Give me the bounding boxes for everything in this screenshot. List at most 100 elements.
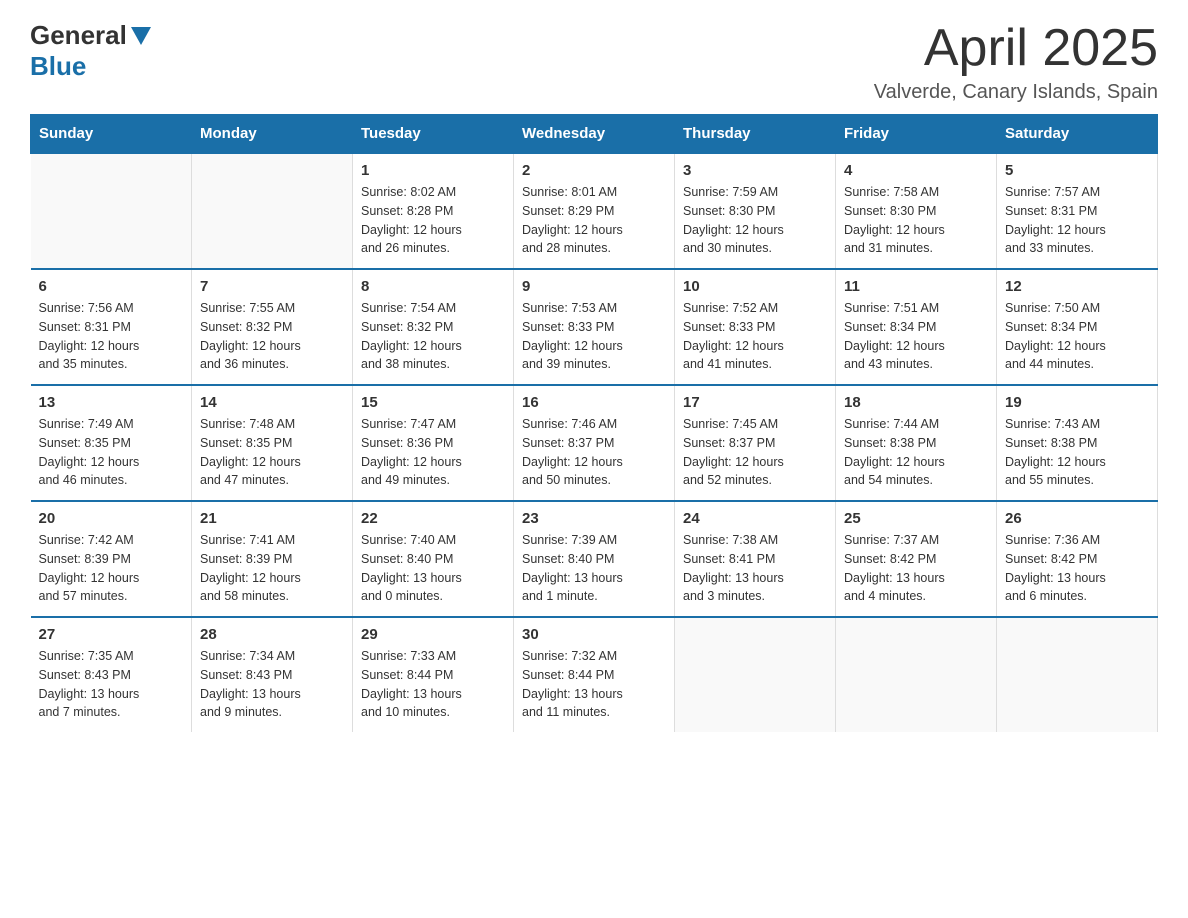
day-number: 1: [361, 162, 505, 179]
day-info: Sunrise: 7:44 AMSunset: 8:38 PMDaylight:…: [844, 415, 988, 490]
day-info: Sunrise: 7:35 AMSunset: 8:43 PMDaylight:…: [39, 647, 184, 722]
calendar-cell: 11 Sunrise: 7:51 AMSunset: 8:34 PMDayligh…: [836, 269, 997, 385]
day-number: 15: [361, 394, 505, 411]
calendar-cell: 4 Sunrise: 7:58 AMSunset: 8:30 PMDaylight…: [836, 153, 997, 269]
day-number: 2: [522, 162, 666, 179]
day-info: Sunrise: 7:59 AMSunset: 8:30 PMDaylight:…: [683, 183, 827, 258]
day-number: 4: [844, 162, 988, 179]
weekday-header-saturday: Saturday: [997, 115, 1158, 154]
page-header: General Blue April 2025 Valverde, Canary…: [30, 20, 1158, 104]
day-number: 13: [39, 394, 184, 411]
day-number: 8: [361, 278, 505, 295]
day-number: 7: [200, 278, 344, 295]
weekday-header-tuesday: Tuesday: [353, 115, 514, 154]
logo-blue-text: Blue: [30, 51, 86, 82]
day-info: Sunrise: 7:42 AMSunset: 8:39 PMDaylight:…: [39, 531, 184, 606]
calendar-cell: 19 Sunrise: 7:43 AMSunset: 8:38 PMDayligh…: [997, 385, 1158, 501]
day-info: Sunrise: 7:48 AMSunset: 8:35 PMDaylight:…: [200, 415, 344, 490]
day-info: Sunrise: 7:39 AMSunset: 8:40 PMDaylight:…: [522, 531, 666, 606]
calendar-cell: 3 Sunrise: 7:59 AMSunset: 8:30 PMDaylight…: [675, 153, 836, 269]
day-info: Sunrise: 7:33 AMSunset: 8:44 PMDaylight:…: [361, 647, 505, 722]
day-info: Sunrise: 7:55 AMSunset: 8:32 PMDaylight:…: [200, 299, 344, 374]
calendar-week-row: 1Sunrise: 8:02 AMSunset: 8:28 PMDaylight…: [31, 153, 1158, 269]
calendar-cell: 13Sunrise: 7:49 AMSunset: 8:35 PMDayligh…: [31, 385, 192, 501]
day-info: Sunrise: 7:50 AMSunset: 8:34 PMDaylight:…: [1005, 299, 1149, 374]
day-number: 6: [39, 278, 184, 295]
day-number: 29: [361, 626, 505, 643]
day-info: Sunrise: 7:45 AMSunset: 8:37 PMDaylight:…: [683, 415, 827, 490]
day-info: Sunrise: 7:37 AMSunset: 8:42 PMDaylight:…: [844, 531, 988, 606]
calendar-cell: 12 Sunrise: 7:50 AMSunset: 8:34 PMDayligh…: [997, 269, 1158, 385]
day-number: 10: [683, 278, 827, 295]
day-info: Sunrise: 7:51 AMSunset: 8:34 PMDaylight:…: [844, 299, 988, 374]
calendar-cell: [31, 153, 192, 269]
calendar-cell: 23 Sunrise: 7:39 AMSunset: 8:40 PMDayligh…: [514, 501, 675, 617]
weekday-header-thursday: Thursday: [675, 115, 836, 154]
calendar-cell: 25 Sunrise: 7:37 AMSunset: 8:42 PMDayligh…: [836, 501, 997, 617]
day-info: Sunrise: 7:43 AMSunset: 8:38 PMDaylight:…: [1005, 415, 1149, 490]
calendar-cell: 27 Sunrise: 7:35 AMSunset: 8:43 PMDayligh…: [31, 617, 192, 732]
calendar-cell: 30Sunrise: 7:32 AMSunset: 8:44 PMDayligh…: [514, 617, 675, 732]
day-number: 21: [200, 510, 344, 527]
weekday-header-sunday: Sunday: [31, 115, 192, 154]
day-number: 25: [844, 510, 988, 527]
day-info: Sunrise: 8:01 AMSunset: 8:29 PMDaylight:…: [522, 183, 666, 258]
calendar-cell: 22 Sunrise: 7:40 AMSunset: 8:40 PMDayligh…: [353, 501, 514, 617]
calendar-body: 1Sunrise: 8:02 AMSunset: 8:28 PMDaylight…: [31, 153, 1158, 732]
day-number: 14: [200, 394, 344, 411]
calendar-week-row: 6Sunrise: 7:56 AMSunset: 8:31 PMDaylight…: [31, 269, 1158, 385]
calendar-cell: [997, 617, 1158, 732]
calendar-week-row: 20 Sunrise: 7:42 AMSunset: 8:39 PMDayligh…: [31, 501, 1158, 617]
logo-triangle-icon: [131, 27, 151, 45]
calendar-cell: 17 Sunrise: 7:45 AMSunset: 8:37 PMDayligh…: [675, 385, 836, 501]
day-number: 16: [522, 394, 666, 411]
calendar-week-row: 27 Sunrise: 7:35 AMSunset: 8:43 PMDayligh…: [31, 617, 1158, 732]
day-number: 9: [522, 278, 666, 295]
day-number: 30: [522, 626, 666, 643]
day-info: Sunrise: 7:40 AMSunset: 8:40 PMDaylight:…: [361, 531, 505, 606]
calendar-cell: 15Sunrise: 7:47 AMSunset: 8:36 PMDayligh…: [353, 385, 514, 501]
day-number: 23: [522, 510, 666, 527]
calendar-header: SundayMondayTuesdayWednesdayThursdayFrid…: [31, 115, 1158, 154]
day-number: 12: [1005, 278, 1149, 295]
calendar-cell: 8 Sunrise: 7:54 AMSunset: 8:32 PMDaylight…: [353, 269, 514, 385]
weekday-header-wednesday: Wednesday: [514, 115, 675, 154]
calendar-week-row: 13Sunrise: 7:49 AMSunset: 8:35 PMDayligh…: [31, 385, 1158, 501]
calendar-cell: 16Sunrise: 7:46 AMSunset: 8:37 PMDayligh…: [514, 385, 675, 501]
calendar-cell: [192, 153, 353, 269]
day-info: Sunrise: 7:41 AMSunset: 8:39 PMDaylight:…: [200, 531, 344, 606]
location-subtitle: Valverde, Canary Islands, Spain: [874, 81, 1158, 104]
calendar-cell: 7 Sunrise: 7:55 AMSunset: 8:32 PMDaylight…: [192, 269, 353, 385]
day-number: 26: [1005, 510, 1149, 527]
calendar-cell: 18 Sunrise: 7:44 AMSunset: 8:38 PMDayligh…: [836, 385, 997, 501]
calendar-cell: [836, 617, 997, 732]
month-year-title: April 2025: [874, 20, 1158, 77]
calendar-cell: 26Sunrise: 7:36 AMSunset: 8:42 PMDayligh…: [997, 501, 1158, 617]
day-number: 11: [844, 278, 988, 295]
day-number: 28: [200, 626, 344, 643]
day-number: 20: [39, 510, 184, 527]
day-info: Sunrise: 7:58 AMSunset: 8:30 PMDaylight:…: [844, 183, 988, 258]
logo: General Blue: [30, 20, 155, 82]
day-info: Sunrise: 7:52 AMSunset: 8:33 PMDaylight:…: [683, 299, 827, 374]
calendar-cell: 10 Sunrise: 7:52 AMSunset: 8:33 PMDayligh…: [675, 269, 836, 385]
calendar-cell: 14 Sunrise: 7:48 AMSunset: 8:35 PMDayligh…: [192, 385, 353, 501]
calendar-cell: 20 Sunrise: 7:42 AMSunset: 8:39 PMDayligh…: [31, 501, 192, 617]
calendar-cell: 28Sunrise: 7:34 AMSunset: 8:43 PMDayligh…: [192, 617, 353, 732]
calendar-cell: 29 Sunrise: 7:33 AMSunset: 8:44 PMDayligh…: [353, 617, 514, 732]
day-number: 24: [683, 510, 827, 527]
day-number: 27: [39, 626, 184, 643]
calendar-table: SundayMondayTuesdayWednesdayThursdayFrid…: [30, 114, 1158, 732]
day-number: 18: [844, 394, 988, 411]
calendar-cell: 2 Sunrise: 8:01 AMSunset: 8:29 PMDaylight…: [514, 153, 675, 269]
day-info: Sunrise: 7:38 AMSunset: 8:41 PMDaylight:…: [683, 531, 827, 606]
weekday-header-row: SundayMondayTuesdayWednesdayThursdayFrid…: [31, 115, 1158, 154]
day-info: Sunrise: 7:54 AMSunset: 8:32 PMDaylight:…: [361, 299, 505, 374]
day-number: 22: [361, 510, 505, 527]
day-number: 19: [1005, 394, 1149, 411]
calendar-cell: 9Sunrise: 7:53 AMSunset: 8:33 PMDaylight…: [514, 269, 675, 385]
calendar-cell: 21 Sunrise: 7:41 AMSunset: 8:39 PMDayligh…: [192, 501, 353, 617]
weekday-header-monday: Monday: [192, 115, 353, 154]
day-number: 17: [683, 394, 827, 411]
day-number: 3: [683, 162, 827, 179]
